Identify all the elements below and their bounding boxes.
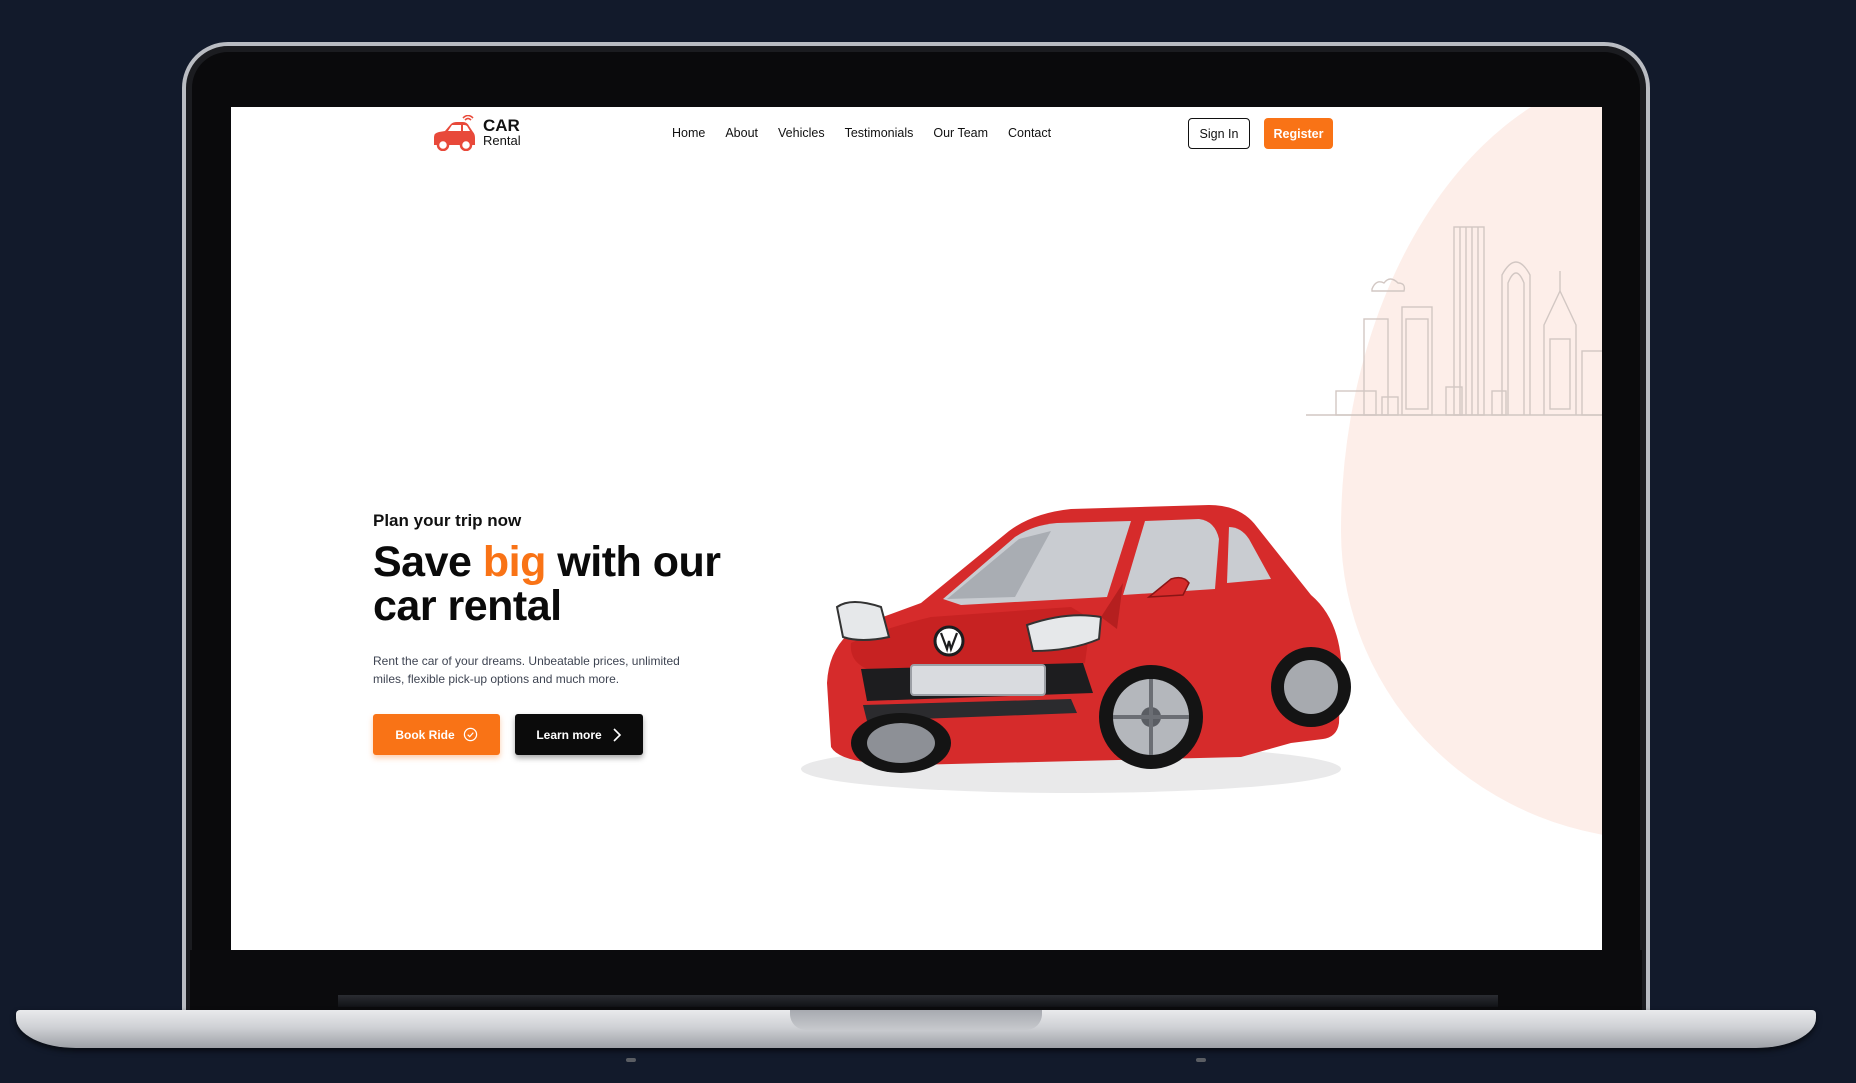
red-hatchback-car-image [801, 505, 1351, 793]
hero-headline: Save big with our car rental [373, 540, 773, 628]
learn-more-label: Learn more [536, 727, 602, 742]
laptop-hinge [338, 995, 1498, 1007]
nav-link-contact[interactable]: Contact [1008, 126, 1051, 140]
register-button[interactable]: Register [1264, 118, 1333, 149]
headline-accent: big [482, 538, 546, 586]
laptop-notch [790, 1010, 1042, 1030]
headline-prefix: Save [373, 538, 483, 586]
nav-link-our-team[interactable]: Our Team [933, 126, 988, 140]
nav-link-testimonials[interactable]: Testimonials [845, 126, 914, 140]
brand-title: CAR [483, 116, 520, 135]
brand-subtitle: Rental [483, 133, 521, 148]
nav-link-vehicles[interactable]: Vehicles [778, 126, 825, 140]
city-skyline-illustration [1306, 226, 1602, 416]
learn-more-button[interactable]: Learn more [515, 714, 643, 755]
nav-link-home[interactable]: Home [672, 126, 705, 140]
book-ride-label: Book Ride [395, 727, 455, 742]
hero-description: Rent the car of your dreams. Unbeatable … [373, 654, 680, 686]
website-screen: CAR Rental Home About Vehicles Testimoni… [231, 107, 1602, 950]
laptop-foot [626, 1058, 636, 1062]
main-nav: Home About Vehicles Testimonials Our Tea… [672, 126, 1051, 140]
brand-logo[interactable]: CAR Rental [431, 115, 521, 151]
check-circle-icon [463, 727, 477, 742]
book-ride-button[interactable]: Book Ride [373, 714, 500, 755]
top-navbar: CAR Rental Home About Vehicles Testimoni… [231, 107, 1602, 161]
sign-in-button[interactable]: Sign In [1188, 118, 1250, 149]
nav-link-about[interactable]: About [725, 126, 758, 140]
car-wifi-icon [434, 115, 475, 151]
laptop-foot [1196, 1058, 1206, 1062]
hero-eyebrow: Plan your trip now [373, 511, 522, 530]
chevron-right-icon [613, 727, 621, 742]
